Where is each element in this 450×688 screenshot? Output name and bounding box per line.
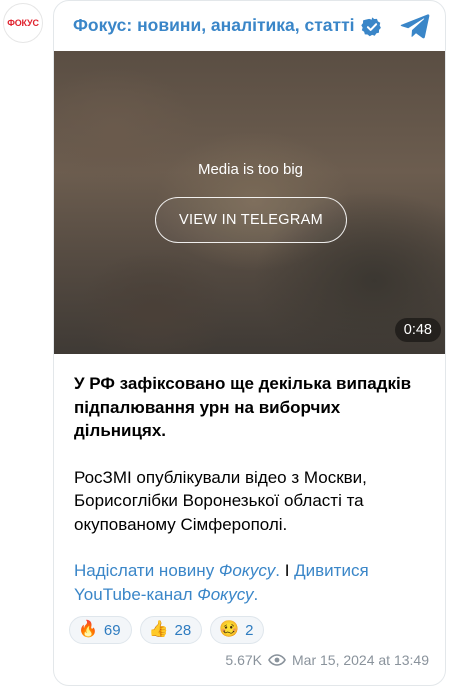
- reaction-count: 28: [174, 621, 192, 639]
- post-headline: У РФ зафіксовано ще декілька випадків пі…: [74, 374, 412, 440]
- video-duration-badge: 0:48: [394, 318, 441, 342]
- post-paragraph: РосЗМІ опублікували відео з Москви, Бори…: [74, 467, 367, 534]
- post-date[interactable]: Mar 15, 2024 at 13:49: [292, 652, 429, 668]
- eye-icon: [268, 654, 286, 666]
- avatar-logo-text: ФОКУС: [7, 18, 39, 28]
- post-links: Надіслати новину Фокусу. I Дивитися YouT…: [74, 559, 434, 606]
- post-card: Фокус: новини, аналітика, статті Media i…: [53, 0, 446, 686]
- telegram-icon[interactable]: [400, 13, 430, 39]
- verified-badge-icon: [361, 17, 381, 37]
- woozy-face-emoji-icon: 🥴: [219, 621, 240, 638]
- reactions-bar: 🔥 69 👍 28 🥴 2: [69, 616, 265, 644]
- media-placeholder: Media is too big VIEW IN TELEGRAM 0:48: [54, 51, 445, 354]
- thumbs-up-emoji-icon: 👍: [148, 621, 169, 638]
- reaction-count: 2: [245, 621, 254, 639]
- reaction-count: 69: [103, 621, 121, 639]
- youtube-link-dot: .: [253, 584, 259, 604]
- media-too-big-message: Media is too big: [197, 161, 304, 178]
- reaction-thumbs-up[interactable]: 👍 28: [139, 616, 203, 644]
- reaction-fire[interactable]: 🔥 69: [69, 616, 132, 644]
- channel-title[interactable]: Фокус: новини, аналітика, статті: [73, 15, 355, 36]
- send-news-link-brand: Фокусу: [218, 561, 276, 580]
- post-header: Фокус: новини, аналітика, статті: [54, 1, 445, 51]
- channel-avatar[interactable]: ФОКУС: [3, 3, 43, 43]
- view-in-telegram-button[interactable]: VIEW IN TELEGRAM: [155, 197, 347, 243]
- post-text: У РФ зафіксовано ще декілька випадків пі…: [74, 372, 434, 606]
- send-news-link[interactable]: Надіслати новину Фокусу.: [74, 561, 280, 580]
- links-separator: I: [279, 561, 295, 580]
- view-count: 5.67K: [225, 652, 262, 668]
- send-news-link-text: Надіслати новину: [74, 561, 219, 580]
- post-footer: 5.67K Mar 15, 2024 at 13:49: [225, 652, 429, 668]
- fire-emoji-icon: 🔥: [78, 621, 98, 638]
- youtube-link-brand: Фокусу: [197, 584, 254, 604]
- reaction-woozy[interactable]: 🥴 2: [210, 616, 265, 644]
